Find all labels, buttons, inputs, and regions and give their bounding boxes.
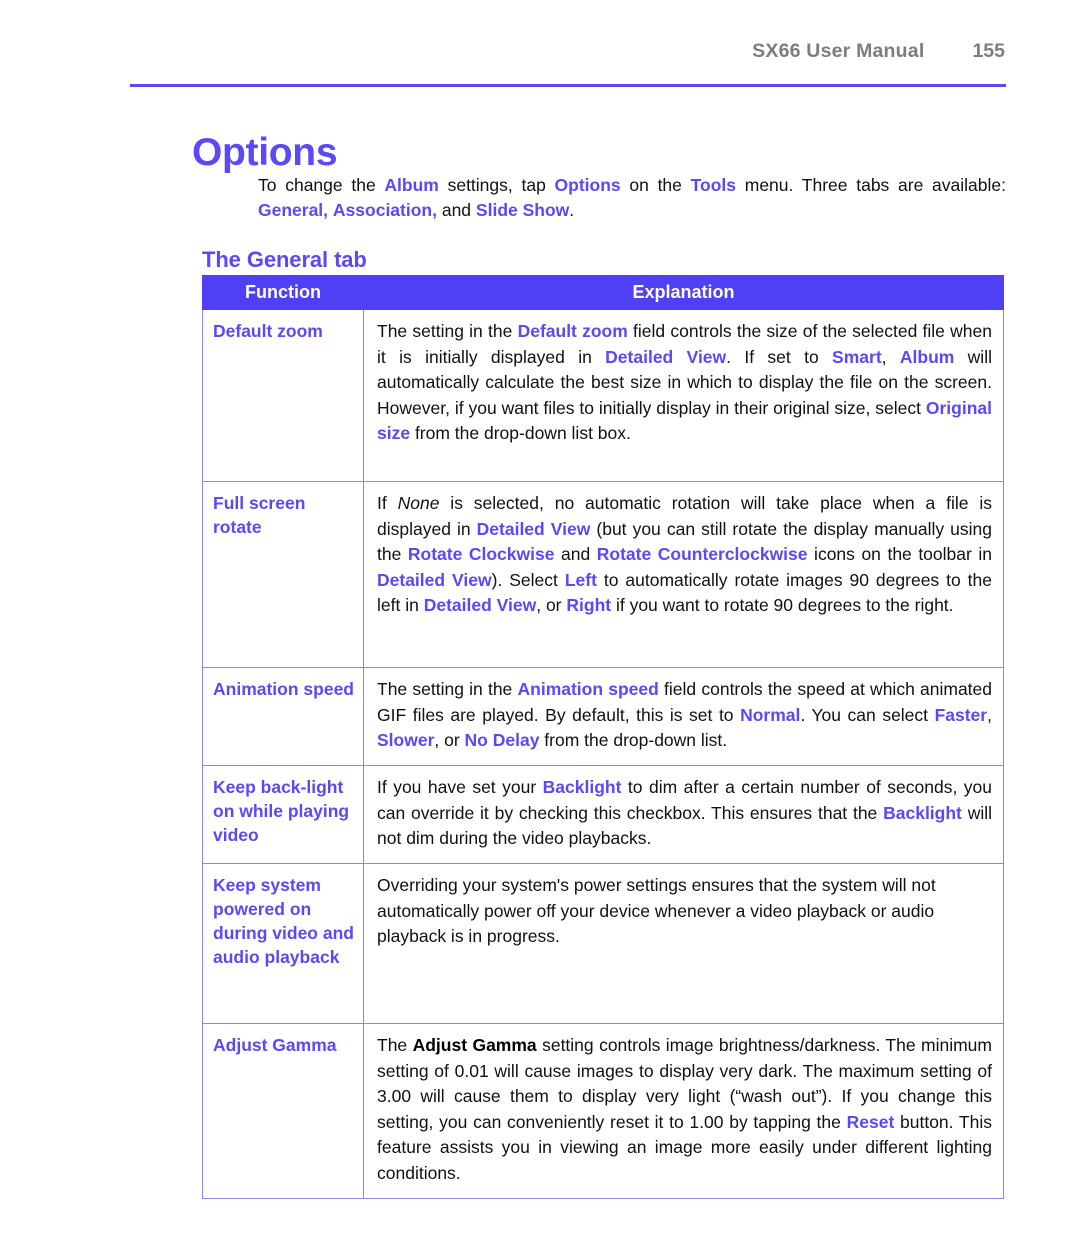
body-text: , [987, 704, 992, 725]
table-row: Keep system powered on during video and … [202, 863, 1004, 1024]
term-association: Association, [332, 199, 437, 220]
intro-text-1: To change the [258, 174, 385, 195]
cell-function-name: Keep system powered on during video and … [202, 863, 364, 1024]
table-header-row: Function Explanation [202, 275, 1004, 310]
body-text: If [377, 493, 398, 513]
italic-term: None [397, 493, 440, 513]
table-row: Default zoom The setting in the Default z… [202, 309, 1004, 482]
intro-text-4: menu. Three tabs are available: [736, 174, 1006, 195]
manual-title: SX66 User Manual [752, 40, 925, 62]
table-row: Keep back-light on while playing video If… [202, 765, 1004, 864]
body-text: . If set to [726, 346, 833, 367]
highlighted-term: Right [566, 595, 612, 615]
term-album: Album [384, 174, 439, 195]
body-text: The [377, 1035, 413, 1055]
body-text: from the drop-down list box. [410, 423, 631, 443]
body-text: , or [434, 730, 465, 750]
highlighted-term: Default zoom [517, 321, 628, 341]
intro-paragraph: To change the Album settings, tap Option… [258, 173, 1006, 223]
section-subheading: The General tab [202, 247, 367, 273]
intro-text-5: and [436, 199, 476, 220]
highlighted-term: Detailed View [377, 569, 492, 590]
header-divider-rule [130, 84, 1006, 87]
highlighted-term: Backlight [542, 777, 622, 797]
highlighted-term: Animation speed [517, 679, 659, 699]
page-title: Options [192, 131, 338, 175]
cell-explanation: If you have set your Backlight to dim af… [363, 765, 1004, 864]
cell-function-name: Full screen rotate [202, 481, 364, 668]
table-row: Animation speed The setting in the Animat… [202, 667, 1004, 766]
highlighted-term: No Delay [464, 730, 540, 750]
body-text: Overriding your system's power settings … [377, 875, 936, 946]
general-tab-options-table: Function Explanation Default zoom The set… [202, 275, 1004, 1199]
page-number: 155 [972, 40, 1005, 62]
highlighted-term: Detailed View [476, 518, 591, 539]
highlighted-term: Detailed View [605, 346, 727, 367]
highlighted-term: Normal [740, 704, 801, 725]
highlighted-term: Rotate Clockwise [407, 544, 555, 564]
body-text: The setting in the [377, 321, 518, 341]
highlighted-term: Left [564, 569, 597, 590]
cell-function-name: Animation speed [202, 667, 364, 766]
body-text: . You can select [800, 704, 935, 725]
table-row: Full screen rotate If None is selected, n… [202, 481, 1004, 668]
highlighted-term: Slower [377, 730, 435, 750]
table-body: Default zoom The setting in the Default z… [202, 309, 1004, 1199]
highlighted-term: Rotate Counterclockwise [596, 544, 808, 564]
term-slide-show: Slide Show [475, 199, 570, 220]
cell-function-name: Keep back-light on while playing video [202, 765, 364, 864]
highlighted-term: Detailed View [423, 595, 537, 615]
intro-text-3: on the [620, 174, 691, 195]
bold-term: Adjust Gamma [412, 1035, 537, 1055]
body-text: and [554, 544, 597, 564]
cell-explanation: The Adjust Gamma setting controls image … [363, 1023, 1004, 1199]
cell-explanation: If None is selected, no automatic rotati… [363, 481, 1004, 668]
body-text: if you want to rotate 90 degrees to the … [611, 595, 954, 615]
body-text: , [881, 346, 900, 367]
body-text: icons on the toolbar in [807, 544, 992, 564]
highlighted-term: Backlight [883, 802, 962, 823]
body-text: If you have set your [377, 777, 543, 797]
body-text: ). Select [491, 569, 565, 590]
cell-explanation: Overriding your system's power settings … [363, 863, 1004, 1024]
column-header-explanation: Explanation [363, 275, 1004, 310]
body-text: , or [536, 595, 567, 615]
intro-text-6: . [569, 199, 575, 220]
intro-text-2: settings, tap [438, 174, 555, 195]
body-text: The setting in the [377, 679, 518, 699]
highlighted-term: Faster [934, 704, 988, 725]
term-tools: Tools [690, 174, 737, 195]
running-header: SX66 User Manual 155 [130, 40, 1005, 78]
cell-function-name: Adjust Gamma [202, 1023, 364, 1199]
term-options: Options [554, 174, 621, 195]
cell-explanation: The setting in the Default zoom field co… [363, 309, 1004, 482]
column-header-function: Function [202, 275, 364, 310]
highlighted-term: Reset [846, 1111, 895, 1132]
table-row: Adjust Gamma The Adjust Gamma setting con… [202, 1023, 1004, 1199]
cell-explanation: The setting in the Animation speed field… [363, 667, 1004, 766]
cell-function-name: Default zoom [202, 309, 364, 482]
body-text: from the drop-down list. [539, 730, 728, 750]
highlighted-term: Smart [832, 346, 882, 367]
highlighted-term: Album [899, 346, 955, 367]
term-general: General, [258, 199, 329, 220]
